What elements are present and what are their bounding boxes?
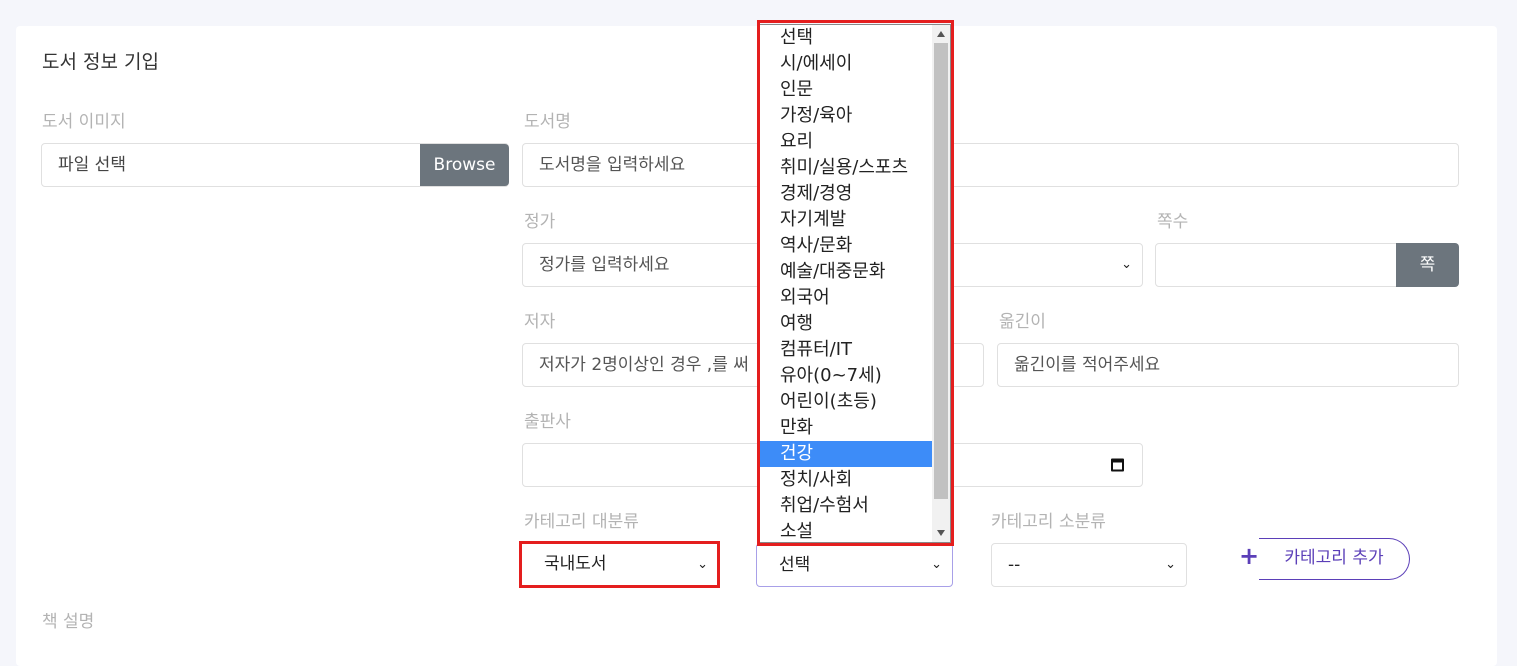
- price-placeholder: 정가를 입력하세요: [539, 255, 670, 275]
- category-minor-label: 카테고리 소분류: [991, 512, 1106, 532]
- translator-placeholder: 옮긴이를 적어주세요: [1014, 355, 1161, 375]
- book-name-input[interactable]: 도서명을 입력하세요: [522, 143, 1459, 187]
- price-input[interactable]: 정가를 입력하세요: [522, 243, 762, 287]
- pages-unit-button[interactable]: 쪽: [1396, 243, 1459, 287]
- category-major-label: 카테고리 대분류: [524, 512, 639, 532]
- chevron-down-icon: ⌄: [1121, 257, 1132, 272]
- book-name-placeholder: 도서명을 입력하세요: [539, 155, 686, 175]
- price-label: 정가: [524, 212, 556, 232]
- author-label: 저자: [524, 312, 556, 332]
- category-minor-value: --: [1008, 555, 1021, 575]
- browse-button[interactable]: Browse: [420, 144, 509, 186]
- publisher-input[interactable]: [522, 443, 762, 487]
- category-major-highlight: [519, 541, 720, 588]
- pages-label: 쪽수: [1157, 212, 1189, 232]
- translator-input[interactable]: 옮긴이를 적어주세요: [997, 343, 1459, 387]
- translator-label: 옮긴이: [999, 312, 1046, 332]
- book-name-label: 도서명: [524, 112, 571, 132]
- add-category-button[interactable]: 카테고리 추가: [1259, 538, 1410, 580]
- author-placeholder: 저자가 2명이상인 경우 ,를 써: [539, 355, 749, 375]
- price-unit-select[interactable]: ⌄: [945, 243, 1143, 287]
- book-image-label: 도서 이미지: [42, 112, 126, 132]
- category-middle-value: 선택: [779, 555, 811, 575]
- chevron-down-icon: ⌄: [931, 557, 942, 572]
- publisher-label: 출판사: [524, 412, 571, 432]
- plus-icon[interactable]: +: [1239, 544, 1259, 568]
- form-title: 도서 정보 기입: [42, 51, 159, 73]
- calendar-icon[interactable]: [1111, 458, 1124, 472]
- file-input-value: 파일 선택: [58, 155, 126, 175]
- category-minor-select[interactable]: -- ⌄: [991, 543, 1187, 587]
- description-label: 책 설명: [42, 612, 95, 632]
- chevron-down-icon: ⌄: [1165, 557, 1176, 572]
- dropdown-highlight: [757, 20, 954, 546]
- pages-input[interactable]: [1155, 243, 1399, 287]
- category-middle-select[interactable]: 선택 ⌄: [756, 543, 953, 587]
- publish-date-input[interactable]: [945, 443, 1143, 487]
